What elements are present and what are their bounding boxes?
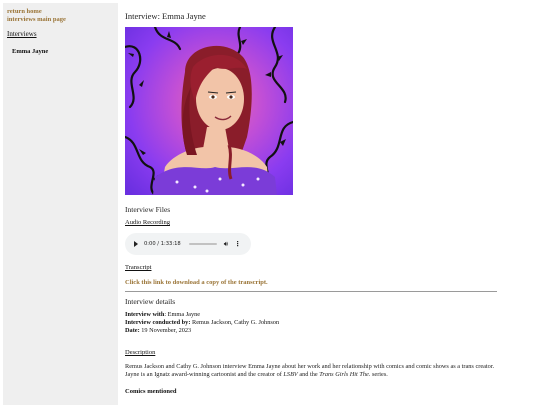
transcript-label[interactable]: Transcript — [125, 264, 151, 271]
details-conducted-by: Interview conducted by: Remus Jackson, C… — [125, 319, 280, 326]
files-title: Interview Files — [125, 205, 171, 214]
comics-mentioned-title: Comics mentioned — [125, 388, 177, 395]
interviews-heading[interactable]: Interviews — [7, 30, 118, 38]
volume-icon[interactable]: 🔊︎ — [224, 240, 228, 249]
audio-recording-label[interactable]: Audio Recording — [125, 219, 170, 226]
divider — [125, 291, 497, 292]
portrait-image — [125, 27, 293, 195]
audio-player[interactable]: 0:00 / 1:33:18 🔊︎ ⋮ — [125, 233, 251, 255]
play-icon[interactable] — [134, 241, 138, 247]
audio-progress-bar[interactable] — [188, 243, 217, 245]
page-title: Interview: Emma Jayne — [125, 11, 206, 21]
audio-time: 0:00 / 1:33:18 — [144, 241, 181, 247]
details-title: Interview details — [125, 297, 176, 306]
interviews-main-link[interactable]: interviews main page — [7, 16, 118, 24]
details-date: Date: 19 November, 2023 — [125, 327, 192, 334]
download-transcript-link[interactable]: Click this link to download a copy of th… — [125, 279, 268, 286]
description-text: Remus Jackson and Cathy G. Johnson inter… — [125, 363, 495, 378]
details-with: Interview with: Emma Jayne — [125, 311, 201, 318]
return-home-link[interactable]: return home — [7, 8, 118, 16]
description-label: Description — [125, 349, 156, 356]
more-options-icon[interactable]: ⋮ — [234, 240, 241, 248]
sidebar: return home interviews main page Intervi… — [3, 3, 118, 405]
sidebar-item-emma-jayne[interactable]: Emma Jayne — [12, 48, 118, 55]
